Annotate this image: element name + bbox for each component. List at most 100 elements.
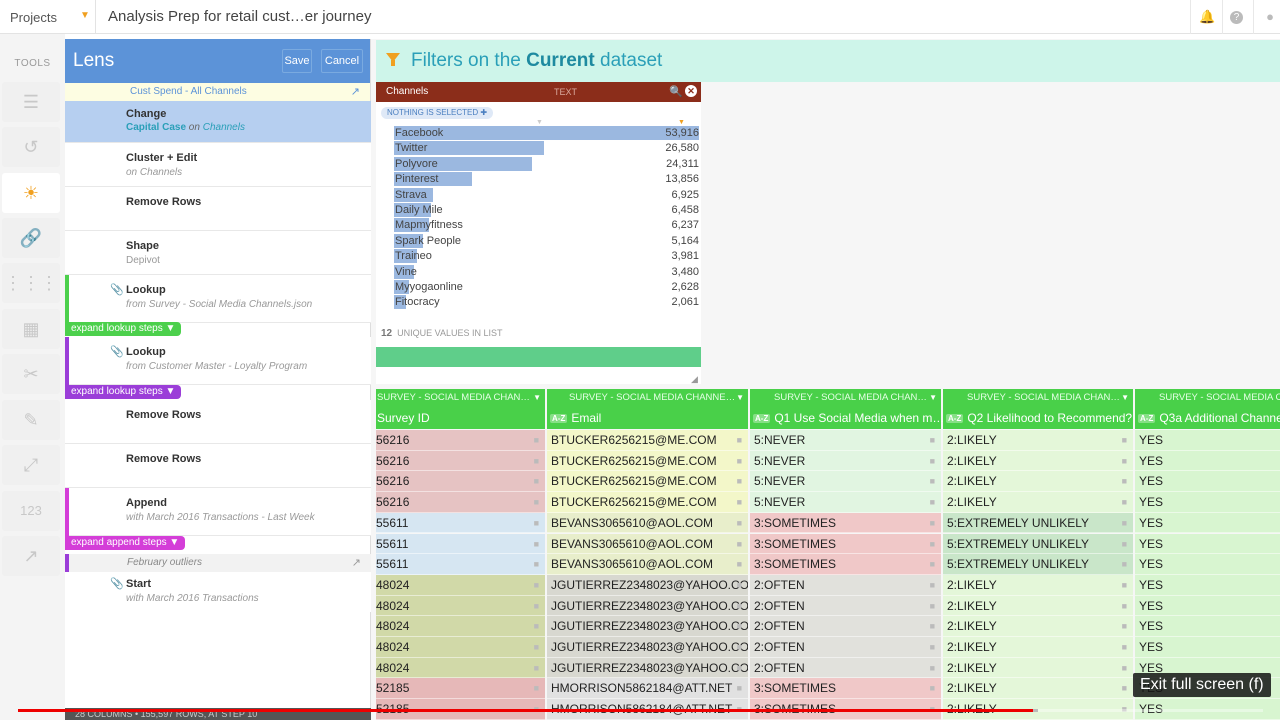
grid-cell[interactable]: 2:LIKELY ■ <box>943 450 1133 472</box>
grid-cell[interactable]: YES <box>1135 637 1280 658</box>
grid-cell[interactable]: JGUTIERREZ2348023@YAHOO.COM ■ <box>547 574 748 596</box>
grid-cell[interactable]: 2:OFTEN ■ <box>750 616 941 637</box>
lens-step-remove-rows[interactable]: Remove Rows <box>65 400 371 444</box>
expand-icon[interactable]: ⤢ <box>2 445 60 485</box>
grid-cell[interactable]: 5:EXTREMELY UNLIKELY ■ <box>943 512 1133 534</box>
grid-cell[interactable]: 2:LIKELY ■ <box>943 595 1133 617</box>
grid-cell[interactable]: 5:NEVER ■ <box>750 430 941 451</box>
column-header[interactable]: SURVEY - SOCIAL MEDIA CH A-Z Q3a Additiona… <box>1135 389 1280 429</box>
external-link-icon[interactable]: ↗ <box>2 536 60 576</box>
grid-cell[interactable]: JGUTIERREZ2348023@YAHOO.COM ■ <box>547 595 748 617</box>
grid-cell[interactable]: BTUCKER6256215@ME.COM ■ <box>547 471 748 493</box>
sort-count-icon[interactable]: ▼ <box>678 119 685 126</box>
lens-step-shape[interactable]: Shape Depivot <box>65 231 371 275</box>
grid-cell[interactable]: 2:LIKELY ■ <box>943 574 1133 596</box>
grid-cell[interactable]: 2:OFTEN ■ <box>750 595 941 617</box>
grid-cell[interactable]: YES <box>1135 430 1280 451</box>
grid-cell[interactable]: 2:OFTEN ■ <box>750 657 941 679</box>
grid-cell[interactable]: 2:LIKELY ■ <box>943 471 1133 493</box>
grid-cell[interactable]: 3:SOMETIMES ■ <box>750 554 941 575</box>
grid-cell[interactable]: 55611 ■ <box>376 533 545 555</box>
channel-row[interactable]: Twitter 26,580 <box>394 141 701 156</box>
grid-cell[interactable]: 2:OFTEN ■ <box>750 574 941 596</box>
column-menu-icon[interactable]: ▼ <box>1121 393 1129 402</box>
grid-cell[interactable]: YES <box>1135 450 1280 472</box>
lens-step-lookup[interactable]: 📎 Lookup from Customer Master - Loyalty … <box>65 337 371 385</box>
source-label[interactable]: Cust Spend - All Channels <box>130 86 247 97</box>
channel-row[interactable]: Myyogaonline 2,628 <box>394 280 701 295</box>
grid-cell[interactable]: 2:LIKELY ■ <box>943 678 1133 700</box>
expand-lookup-steps-button[interactable]: expand lookup steps ▼ <box>65 322 182 336</box>
expand-lookup-steps-button[interactable]: expand lookup steps ▼ <box>65 385 182 399</box>
sort-name-icon[interactable]: ▼ <box>536 119 543 126</box>
grid-cell[interactable]: BTUCKER6256215@ME.COM ■ <box>547 430 748 451</box>
column-menu-icon[interactable]: ▼ <box>929 393 937 402</box>
channel-row[interactable]: Mapmyfitness 6,237 <box>394 218 701 233</box>
grid-cell[interactable]: 48024 ■ <box>376 657 545 679</box>
grid-cell[interactable]: JGUTIERREZ2348023@YAHOO.COM ■ <box>547 616 748 637</box>
grid-cell[interactable]: BEVANS3065610@AOL.COM ■ <box>547 533 748 555</box>
grid-cell[interactable]: YES <box>1135 512 1280 534</box>
grid-cell[interactable]: BEVANS3065610@AOL.COM ■ <box>547 512 748 534</box>
search-icon[interactable]: 🔍 <box>669 85 683 98</box>
expand-append-steps-button[interactable]: expand append steps ▼ <box>65 536 186 550</box>
eyedropper-icon[interactable]: ✎ <box>2 400 60 440</box>
grid-cell[interactable]: BTUCKER6256215@ME.COM ■ <box>547 450 748 472</box>
grid-cell[interactable]: 55611 ■ <box>376 512 545 534</box>
channel-row[interactable]: Daily Mile 6,458 <box>394 203 701 218</box>
grid-cell[interactable]: YES <box>1135 492 1280 513</box>
column-header[interactable]: SURVEY - SOCIAL MEDIA CHAN… ▼ Survey ID <box>376 389 545 429</box>
cancel-button[interactable]: Cancel <box>321 49 363 73</box>
channel-row[interactable]: Spark People 5,164 <box>394 233 701 249</box>
grid-cell[interactable]: YES <box>1135 471 1280 493</box>
user-icon[interactable]: ● <box>1262 9 1278 25</box>
channel-row[interactable]: Facebook 53,916 <box>394 126 701 141</box>
selection-badge[interactable]: NOTHING IS SELECTED ✚ <box>381 107 494 119</box>
resize-handle-icon[interactable]: ◢ <box>691 374 698 385</box>
grid-cell[interactable]: 2:LIKELY ■ <box>943 430 1133 451</box>
lens-step-start[interactable]: 📎 Start with March 2016 Transactions <box>65 572 371 612</box>
column-menu-icon[interactable]: ▼ <box>736 393 744 402</box>
channel-row[interactable]: Strava 6,925 <box>394 187 701 203</box>
column-menu-icon[interactable]: ▼ <box>533 393 541 402</box>
projects-menu[interactable]: Projects ▼ <box>0 0 96 34</box>
lens-step-remove-rows[interactable]: Remove Rows <box>65 187 371 231</box>
grid-cell[interactable]: 3:SOMETIMES ■ <box>750 512 941 534</box>
grid-cell[interactable]: 56216 ■ <box>376 492 545 513</box>
channel-row[interactable]: Polyvore 24,311 <box>394 156 701 172</box>
external-link-icon[interactable]: ↗ <box>351 85 360 98</box>
grid-cell[interactable]: YES <box>1135 595 1280 617</box>
grid-cell[interactable]: 3:SOMETIMES ■ <box>750 533 941 555</box>
channel-row[interactable]: Pinterest 13,856 <box>394 172 701 187</box>
grid-cell[interactable]: 48024 ■ <box>376 616 545 637</box>
close-icon[interactable]: ✕ <box>685 85 697 97</box>
link-icon[interactable]: 🔗 <box>2 218 60 258</box>
grid-cell[interactable]: 55611 ■ <box>376 554 545 575</box>
grid-cell[interactable]: 2:LIKELY ■ <box>943 492 1133 513</box>
grid-cell[interactable]: YES <box>1135 574 1280 596</box>
grid-cell[interactable]: JGUTIERREZ2348023@YAHOO.COM ■ <box>547 657 748 679</box>
video-progress-bar[interactable] <box>18 709 1263 712</box>
grid-cell[interactable]: 56216 ■ <box>376 450 545 472</box>
grid-cell[interactable]: HMORRISON5862184@ATT.NET■ <box>547 678 748 700</box>
grid-cell[interactable]: 48024 ■ <box>376 574 545 596</box>
lens-step-lookup[interactable]: 📎 Lookup from Survey - Social Media Chan… <box>65 275 371 323</box>
list-icon[interactable]: ☰ <box>2 82 60 122</box>
grid-cell[interactable]: BTUCKER6256215@ME.COM ■ <box>547 492 748 513</box>
lens-step-remove-rows[interactable]: Remove Rows <box>65 444 371 488</box>
grid-cell[interactable]: 56216 ■ <box>376 430 545 451</box>
feb-outliers-bar[interactable]: February outliers ↗ <box>69 554 371 572</box>
grid-cell[interactable]: 52185 ■ <box>376 678 545 700</box>
apply-filter-bar[interactable] <box>376 347 701 367</box>
channel-row[interactable]: Traineo 3,981 <box>394 249 701 264</box>
history-icon[interactable]: ↺ <box>2 127 60 167</box>
grid-cell[interactable]: 5:NEVER ■ <box>750 492 941 513</box>
bell-icon[interactable]: 🔔 <box>1199 9 1215 25</box>
grid-cell[interactable]: 5:NEVER ■ <box>750 450 941 472</box>
lens-step-append[interactable]: Append with March 2016 Transactions - La… <box>65 488 371 536</box>
grid-cell[interactable]: YES <box>1135 533 1280 555</box>
grid-cell[interactable]: 5:EXTREMELY UNLIKELY ■ <box>943 554 1133 575</box>
number-icon[interactable]: 123 <box>2 491 60 531</box>
grid-cell[interactable]: 48024 ■ <box>376 637 545 658</box>
lens-step-change[interactable]: Change Capital Case on Channels <box>65 101 371 143</box>
